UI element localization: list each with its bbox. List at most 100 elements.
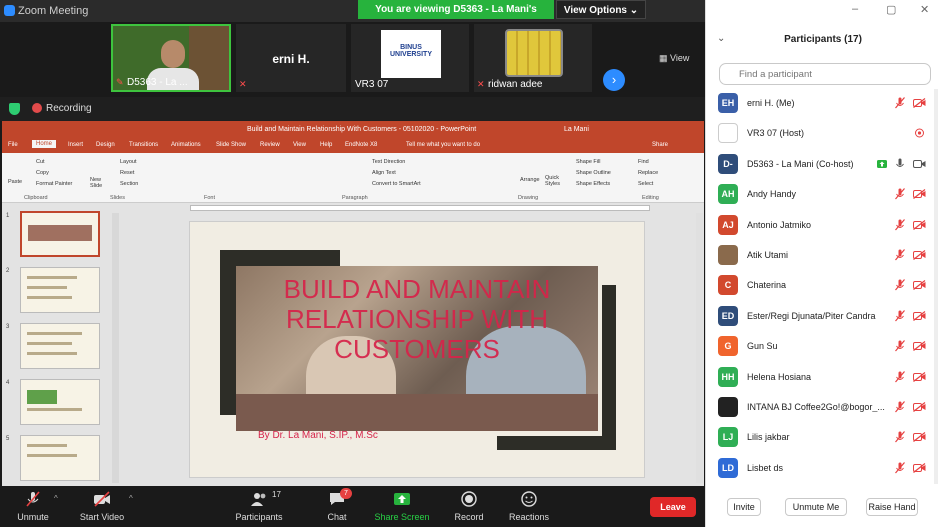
tab-review[interactable]: Review bbox=[260, 142, 280, 148]
gallery-icon: ▦ bbox=[659, 53, 671, 63]
thumb-line bbox=[27, 352, 77, 355]
raise-hand-button[interactable]: Raise Hand bbox=[866, 498, 918, 516]
tab-slide-show[interactable]: Slide Show bbox=[216, 142, 246, 148]
slide-thumbnail-3[interactable] bbox=[20, 323, 100, 369]
share-screen-button[interactable]: Share Screen bbox=[374, 486, 430, 527]
tab-home[interactable]: Home bbox=[32, 140, 57, 148]
panel-scrollbar[interactable] bbox=[934, 89, 938, 484]
tab-file[interactable]: File bbox=[8, 142, 18, 148]
align-text-button[interactable]: Align Text bbox=[372, 170, 396, 176]
slide-scrollbar[interactable] bbox=[696, 213, 703, 483]
participant-row[interactable]: Atik Utami bbox=[705, 241, 941, 271]
paste-button[interactable]: Paste bbox=[8, 179, 22, 185]
leave-button[interactable]: Leave bbox=[650, 497, 696, 517]
unmute-button[interactable]: Unmute bbox=[12, 486, 54, 527]
unmute-me-button[interactable]: Unmute Me bbox=[785, 498, 847, 516]
quick-styles-button[interactable]: Quick Styles bbox=[545, 175, 565, 187]
arrange-button[interactable]: Arrange bbox=[520, 177, 540, 183]
find-button[interactable]: Find bbox=[638, 159, 649, 165]
cut-button[interactable]: Cut bbox=[36, 159, 45, 165]
select-button[interactable]: Select bbox=[638, 181, 653, 187]
participant-row[interactable]: ED Ester/Regi Djunata/Piter Candra bbox=[705, 302, 941, 332]
slide-thumbnail-5[interactable] bbox=[20, 435, 100, 481]
participant-row[interactable]: C Chaterina bbox=[705, 271, 941, 301]
tab-help[interactable]: Help bbox=[320, 142, 332, 148]
participant-row[interactable]: EH erni H. (Me) bbox=[705, 89, 941, 119]
thumbnail-scrollbar[interactable] bbox=[112, 213, 119, 483]
tab-design[interactable]: Design bbox=[96, 142, 115, 148]
participant-row[interactable]: LD Lisbet ds bbox=[705, 454, 941, 484]
maximize-icon[interactable]: ▢ bbox=[886, 3, 896, 16]
shape-outline-button[interactable]: Shape Outline bbox=[576, 170, 611, 176]
thumb-line bbox=[27, 286, 67, 289]
view-button[interactable]: ▦ View bbox=[659, 53, 699, 67]
meeting-toolbar: Unmute ^ Start Video ^ 17 Participants 7… bbox=[0, 486, 705, 527]
tab-transitions[interactable]: Transitions bbox=[129, 142, 158, 148]
shield-icon[interactable] bbox=[9, 103, 20, 115]
slide-number: 2 bbox=[6, 268, 10, 274]
tab-animations[interactable]: Animations bbox=[171, 142, 201, 148]
video-off-icon bbox=[913, 310, 926, 321]
tab-view[interactable]: View bbox=[293, 142, 306, 148]
participant-name: Ester/Regi Djunata/Piter Candra bbox=[747, 310, 876, 321]
video-options-caret-icon[interactable]: ^ bbox=[129, 494, 133, 503]
slide-thumbnail-4[interactable] bbox=[20, 379, 100, 425]
video-tile-ridwan[interactable]: ✕ ridwan adee bbox=[474, 24, 592, 92]
tab-insert[interactable]: Insert bbox=[68, 142, 83, 148]
next-page-button[interactable]: › bbox=[603, 69, 625, 91]
participant-row[interactable]: HH Helena Hosiana bbox=[705, 363, 941, 393]
participant-row[interactable]: AJ Antonio Jatmiko bbox=[705, 211, 941, 241]
video-tile-lamani[interactable]: ✎ D5363 - La ... bbox=[111, 24, 231, 92]
video-off-icon bbox=[913, 189, 926, 200]
ppt-ribbon-tabs: File Home Insert Design Transitions Anim… bbox=[2, 139, 704, 153]
text-direction-button[interactable]: Text Direction bbox=[372, 159, 405, 165]
invite-button[interactable]: Invite bbox=[727, 498, 761, 516]
participant-row[interactable]: LJ Lilis jakbar bbox=[705, 423, 941, 453]
current-slide[interactable]: BUILD AND MAINTAIN RELATIONSHIP WITH CUS… bbox=[189, 221, 645, 478]
reset-button[interactable]: Reset bbox=[120, 170, 134, 176]
record-button[interactable]: Record bbox=[451, 486, 487, 527]
participants-button[interactable]: 17 Participants bbox=[233, 486, 285, 527]
chat-button[interactable]: 7 Chat bbox=[321, 486, 353, 527]
replace-button[interactable]: Replace bbox=[638, 170, 658, 176]
thumb-line bbox=[27, 342, 72, 345]
shared-screen[interactable]: Build and Maintain Relationship With Cus… bbox=[2, 121, 704, 486]
participant-row[interactable]: G Gun Su bbox=[705, 332, 941, 362]
section-button[interactable]: Section bbox=[120, 181, 138, 187]
shape-effects-button[interactable]: Shape Effects bbox=[576, 181, 610, 187]
audio-options-caret-icon[interactable]: ^ bbox=[54, 494, 58, 503]
participant-row[interactable]: AH Andy Handy bbox=[705, 180, 941, 210]
format-painter-button[interactable]: Format Painter bbox=[36, 181, 72, 187]
video-tile-vr3[interactable]: BINUS UNIVERSITY VR3 07 bbox=[351, 24, 469, 92]
window-controls: – ▢ ✕ bbox=[840, 3, 940, 19]
participant-name: erni H. (Me) bbox=[747, 98, 795, 108]
participant-row[interactable]: VR3 07 (Host) bbox=[705, 119, 941, 149]
participant-name: Lisbet ds bbox=[747, 462, 784, 473]
slide-number: 4 bbox=[6, 380, 10, 386]
video-tile-erni[interactable]: erni H. ✕ bbox=[236, 24, 346, 92]
shape-fill-button[interactable]: Shape Fill bbox=[576, 159, 600, 165]
copy-button[interactable]: Copy bbox=[36, 170, 49, 176]
mic-muted-icon bbox=[895, 401, 905, 413]
participant-row[interactable]: D- D5363 - La Mani (Co-host) bbox=[705, 150, 941, 180]
new-slide-button[interactable]: New Slide bbox=[90, 177, 110, 189]
slide-thumbnail-1[interactable] bbox=[20, 211, 100, 257]
avatar: LD bbox=[718, 457, 738, 478]
thumb-image bbox=[27, 390, 57, 404]
ppt-share-button[interactable]: Share bbox=[652, 142, 668, 148]
reactions-button[interactable]: Reactions bbox=[506, 486, 552, 527]
convert-smartart-button[interactable]: Convert to SmartArt bbox=[372, 181, 421, 187]
minimize-icon[interactable]: – bbox=[852, 3, 858, 15]
start-video-label: Start Video bbox=[79, 512, 125, 522]
tab-endnote[interactable]: EndNote X8 bbox=[345, 142, 377, 148]
view-options-button[interactable]: View Options ⌄ bbox=[556, 0, 646, 19]
participant-search-input[interactable] bbox=[719, 63, 931, 85]
avatar: ED bbox=[718, 305, 738, 326]
participant-row[interactable]: INTANA BJ Coffee2Go!@bogor_... bbox=[705, 393, 941, 423]
slide-thumbnail-2[interactable] bbox=[20, 267, 100, 313]
screen-share-icon bbox=[915, 128, 924, 138]
tell-me-box[interactable]: Tell me what you want to do bbox=[406, 142, 480, 148]
start-video-button[interactable]: Start Video bbox=[76, 486, 128, 527]
close-icon[interactable]: ✕ bbox=[920, 3, 929, 16]
layout-button[interactable]: Layout bbox=[120, 159, 137, 165]
